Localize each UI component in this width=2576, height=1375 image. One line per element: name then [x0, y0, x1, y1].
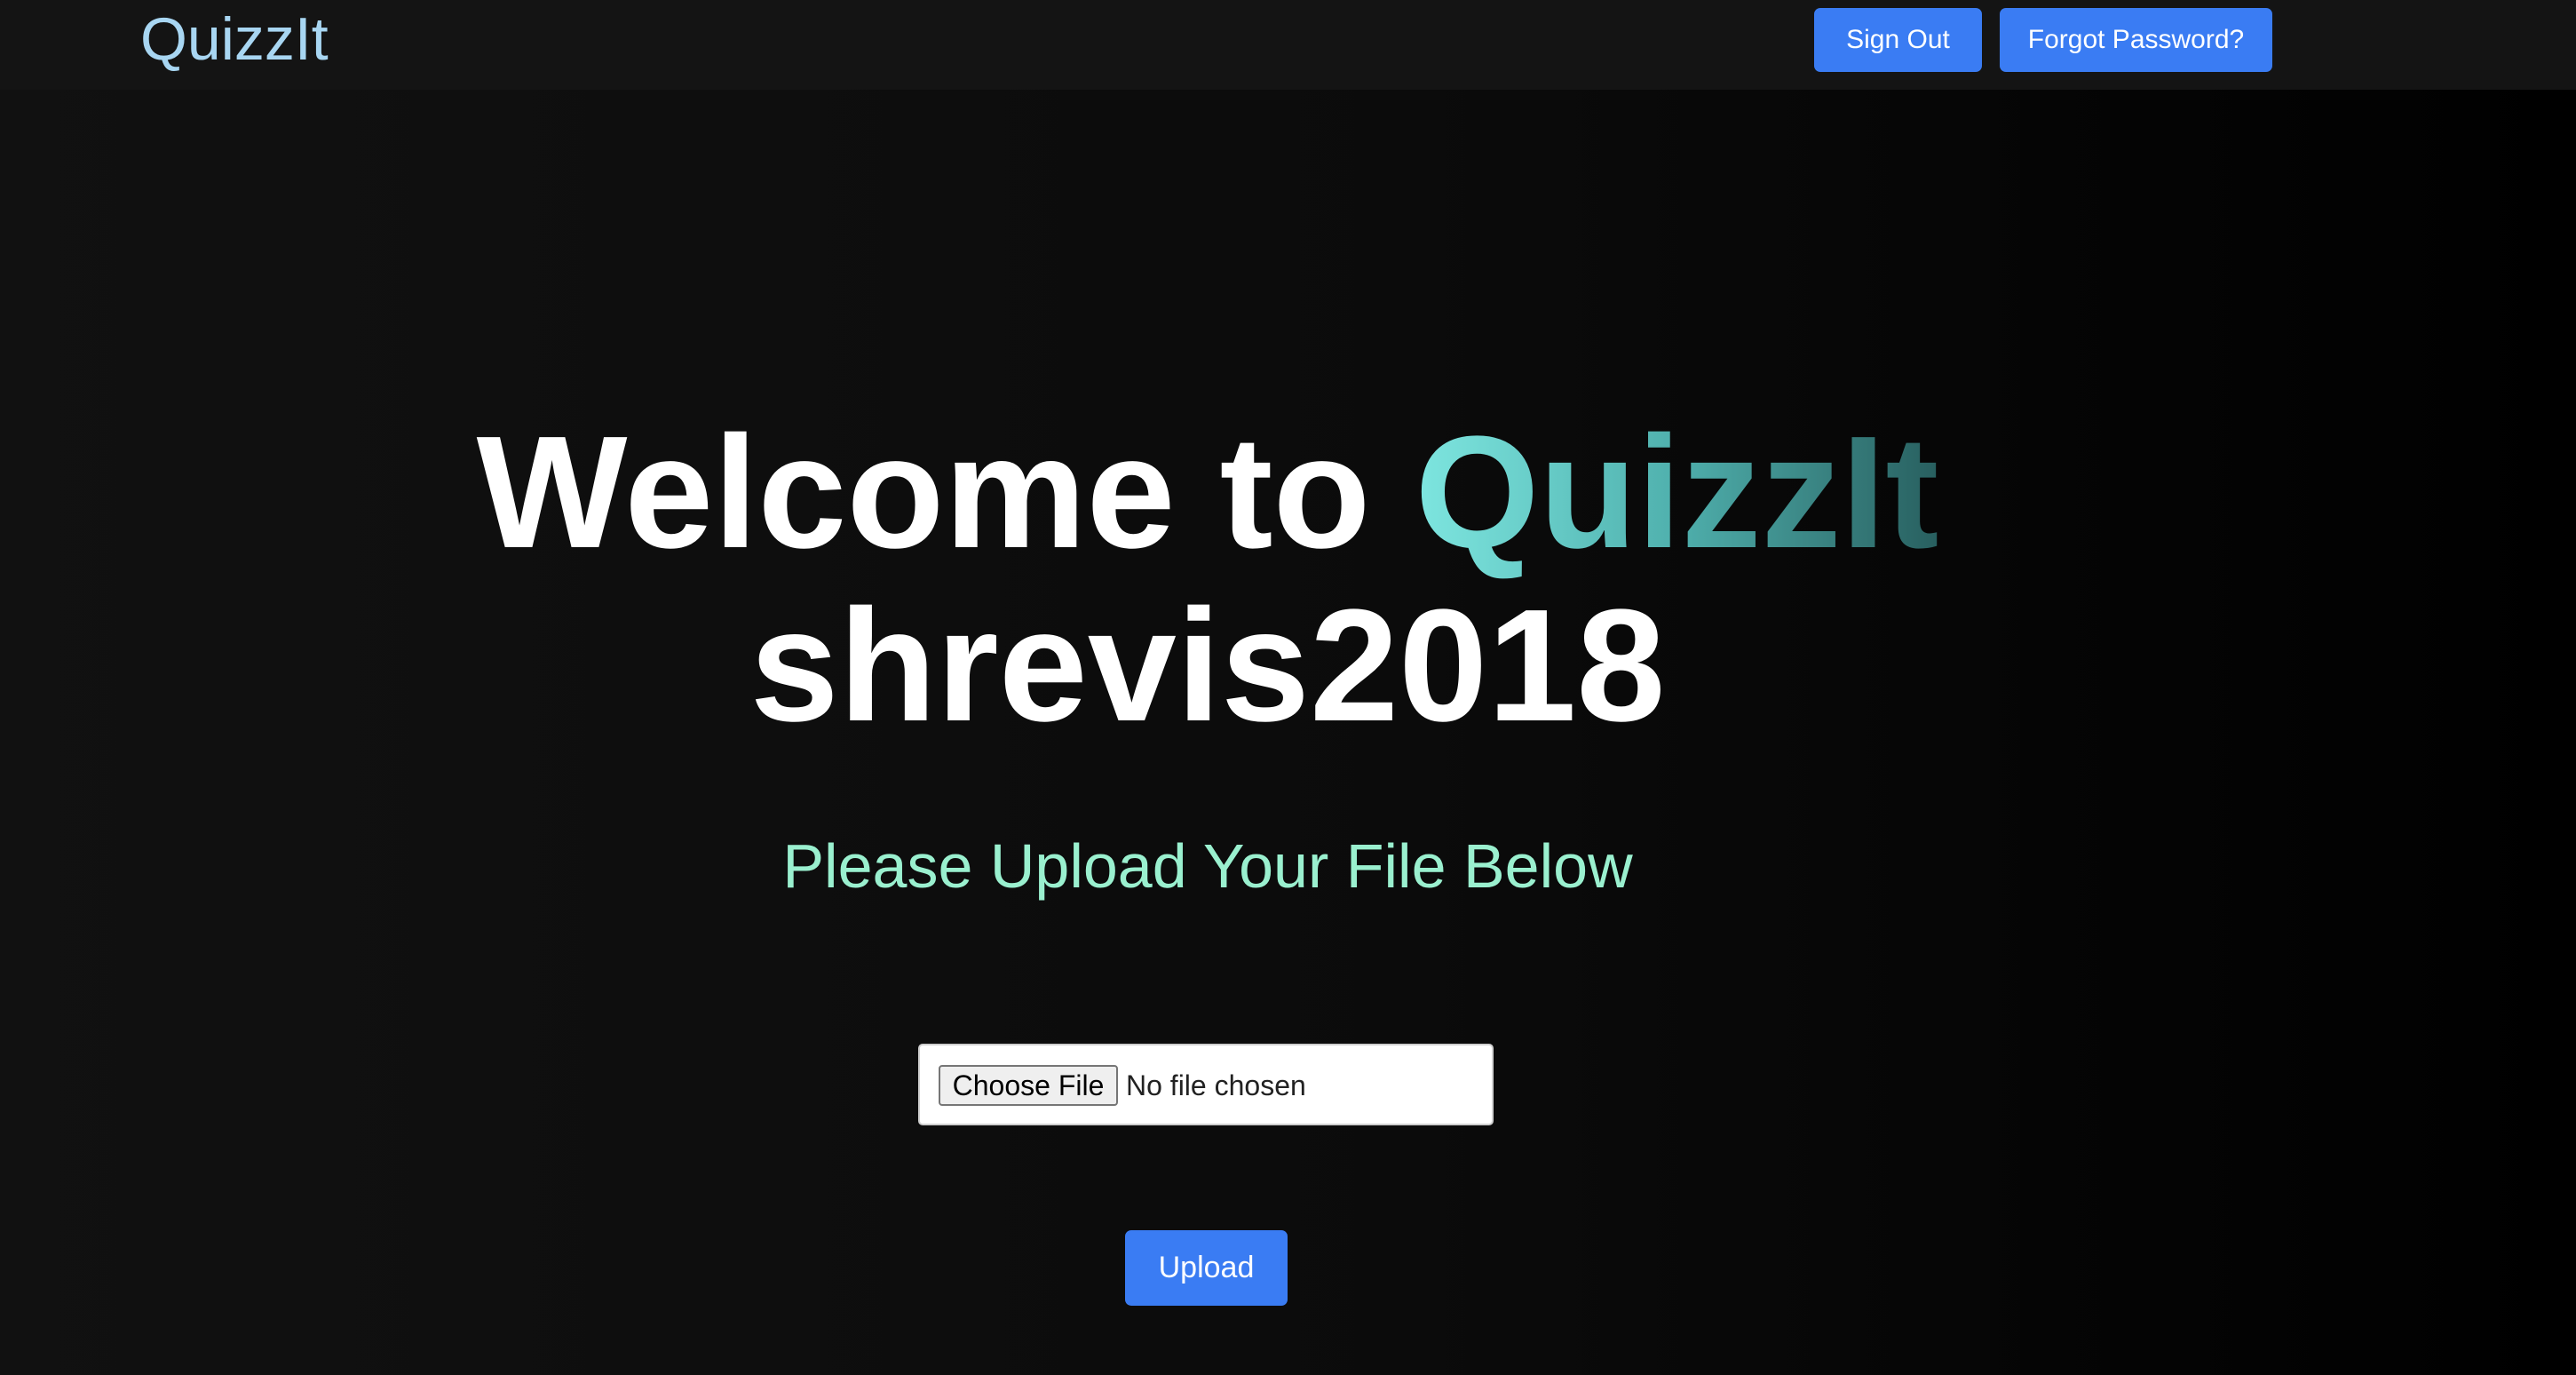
brand-logo[interactable]: QuizzIt — [140, 4, 329, 75]
upload-instruction: Please Upload Your File Below — [782, 831, 1633, 901]
choose-file-button[interactable]: Choose File — [939, 1065, 1118, 1106]
app-name-highlight: QuizzIt — [1415, 403, 1939, 582]
file-input[interactable]: Choose File No file chosen — [918, 1044, 1494, 1125]
username-heading: shrevis2018 — [749, 576, 1666, 755]
sign-out-button[interactable]: Sign Out — [1814, 8, 1982, 72]
welcome-heading: Welcome to QuizzIt — [0, 404, 2415, 582]
forgot-password-button[interactable]: Forgot Password? — [2000, 8, 2272, 72]
upload-button[interactable]: Upload — [1125, 1230, 1288, 1306]
top-navbar: QuizzIt Sign Out Forgot Password? — [0, 0, 2576, 90]
welcome-prefix: Welcome to — [476, 403, 1415, 582]
file-status-text: No file chosen — [1126, 1069, 1306, 1101]
